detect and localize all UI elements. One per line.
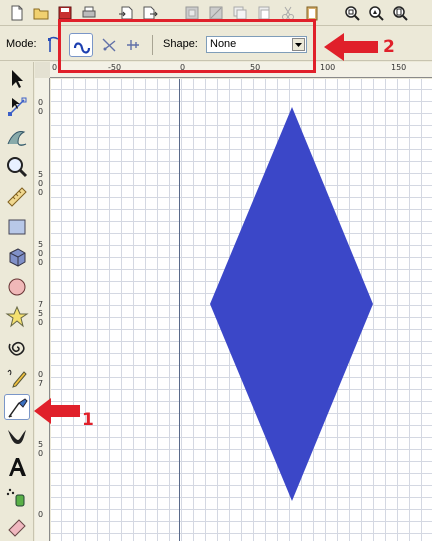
ruler-label: 0 xyxy=(38,179,44,188)
vertical-ruler[interactable]: 0 0 5 0 0 5 0 0 7 5 0 0 7 5 0 0 xyxy=(35,78,50,541)
mode-label: Mode: xyxy=(6,38,37,50)
ruler-label: 5 xyxy=(38,240,44,249)
open-icon[interactable] xyxy=(32,4,50,22)
ruler-label: 0 xyxy=(38,188,44,197)
spray-icon[interactable] xyxy=(4,484,30,510)
measure-icon[interactable] xyxy=(4,184,30,210)
ruler-label: 0 xyxy=(38,258,44,267)
ruler-label: 5 xyxy=(38,440,44,449)
annotation-highlight-box xyxy=(58,19,316,73)
drawing-canvas[interactable] xyxy=(51,79,432,541)
ruler-label: 0 xyxy=(38,510,44,519)
zoom-page-icon[interactable] xyxy=(391,4,409,22)
ruler-label: 0 xyxy=(38,98,44,107)
ellipse-icon[interactable] xyxy=(4,274,30,300)
eraser-icon[interactable] xyxy=(4,514,30,540)
ruler-label: 150 xyxy=(391,63,407,72)
ruler-label: 0 xyxy=(38,449,44,458)
annotation-arrow-2 xyxy=(324,33,378,61)
ruler-label: 100 xyxy=(320,63,336,72)
ruler-label: 7 xyxy=(38,300,44,309)
selector-icon[interactable] xyxy=(4,66,30,92)
annotation-label-1: 1 xyxy=(82,410,94,430)
zoom-selection-icon[interactable] xyxy=(343,4,361,22)
ruler-label: 5 xyxy=(38,309,44,318)
ruler-label: 0 xyxy=(38,318,44,327)
diamond-shape xyxy=(210,107,373,501)
zoom-drawing-icon[interactable] xyxy=(367,4,385,22)
tweak-icon[interactable] xyxy=(4,124,30,150)
new-icon[interactable] xyxy=(8,4,26,22)
star-icon[interactable] xyxy=(4,304,30,330)
ruler-label: 7 xyxy=(38,379,44,388)
toolbox xyxy=(0,62,34,541)
text-icon[interactable] xyxy=(4,454,30,480)
3d-box-icon[interactable] xyxy=(4,244,30,270)
ruler-label: 0 xyxy=(38,370,44,379)
calligraphy-icon[interactable] xyxy=(4,424,30,450)
pen-icon[interactable] xyxy=(4,394,30,420)
ruler-label: 0 xyxy=(52,63,58,72)
ruler-label: 5 xyxy=(38,170,44,179)
pencil-icon[interactable] xyxy=(4,364,30,390)
ruler-label: 0 xyxy=(38,249,44,258)
diamond-shape-svg[interactable] xyxy=(51,79,432,541)
ruler-corner xyxy=(35,62,50,78)
annotation-label-2: 2 xyxy=(383,37,395,57)
node-editor-icon[interactable] xyxy=(4,94,30,120)
rectangle-icon[interactable] xyxy=(4,214,30,240)
ruler-label: 0 xyxy=(38,107,44,116)
annotation-arrow-1 xyxy=(34,398,80,424)
spiral-icon[interactable] xyxy=(4,334,30,360)
zoom-icon[interactable] xyxy=(4,154,30,180)
